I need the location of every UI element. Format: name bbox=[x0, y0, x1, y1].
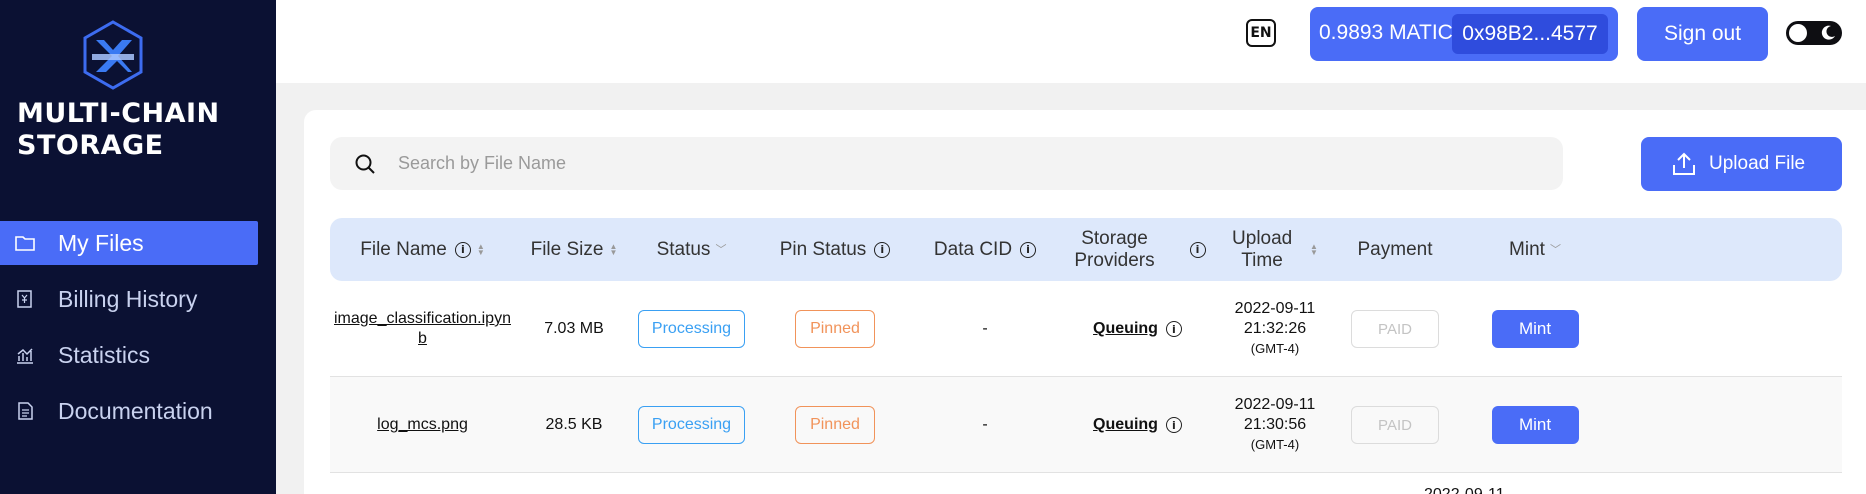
col-upload-time[interactable]: Upload Time ▲ ▼ bbox=[1220, 218, 1330, 281]
col-data-cid-label: Data CID bbox=[933, 238, 1013, 260]
sidebar-item-billing-history[interactable]: Billing History bbox=[0, 277, 276, 321]
mint-button[interactable]: Mint bbox=[1491, 310, 1579, 348]
col-mint-label: Mint bbox=[1509, 238, 1545, 260]
billing-icon bbox=[17, 290, 32, 308]
brand-line-2: STORAGE bbox=[17, 130, 164, 161]
chart-icon bbox=[17, 348, 33, 364]
mint-button[interactable]: Mint bbox=[1491, 406, 1579, 444]
upload-date: 2022-09-11 bbox=[1234, 300, 1316, 317]
upload-file-label: Upload File bbox=[1709, 153, 1806, 174]
file-size: 7.03 MB bbox=[544, 320, 604, 337]
table-row: image_classification.ipynb 7.03 MB Proce… bbox=[330, 281, 1842, 377]
payment-paid-badge: PAID bbox=[1351, 406, 1439, 444]
table-row: log_mcs.png 28.5 KB Processing Pinned - … bbox=[330, 377, 1842, 473]
table-header: File Name i ▲ ▼ File Size ▲ ▼ Status ﹀ Pin… bbox=[330, 218, 1842, 281]
pin-status-badge: Pinned bbox=[795, 406, 875, 444]
data-cid: - bbox=[982, 320, 988, 337]
col-payment-label: Payment bbox=[1357, 238, 1433, 260]
upload-file-button[interactable]: Upload File bbox=[1641, 137, 1842, 191]
col-storage-providers-label: Storage Providers bbox=[1074, 227, 1155, 271]
upload-clock: 21:32:26 bbox=[1243, 320, 1307, 337]
sign-out-button[interactable]: Sign out bbox=[1637, 7, 1768, 61]
sidebar-item-label: Statistics bbox=[58, 342, 151, 368]
pin-status-badge: Pinned bbox=[795, 310, 875, 348]
col-file-size[interactable]: File Size ▲ ▼ bbox=[515, 218, 633, 281]
brand-line-1: MULTI-CHAIN bbox=[17, 98, 220, 129]
col-pin-status: Pin Status i bbox=[750, 218, 920, 281]
file-name-link[interactable]: image_classification.ipynb bbox=[333, 309, 513, 349]
search-icon bbox=[355, 154, 375, 174]
info-icon[interactable]: i bbox=[1020, 241, 1037, 258]
partial-row-date: 2022-09-11 bbox=[1424, 486, 1505, 494]
wallet-address[interactable]: 0x98B2...4577 bbox=[1452, 14, 1608, 54]
theme-toggle[interactable] bbox=[1786, 21, 1842, 45]
upload-time: 2022-09-11 21:32:26 (GMT-4) bbox=[1235, 299, 1316, 359]
col-storage-providers: Storage Providers i bbox=[1050, 218, 1225, 281]
upload-timezone: (GMT-4) bbox=[1250, 437, 1300, 452]
folder-icon bbox=[15, 236, 35, 251]
data-cid: - bbox=[982, 416, 988, 433]
status-badge: Processing bbox=[638, 310, 745, 348]
wallet-info[interactable]: 0.9893 MATIC 0x98B2...4577 bbox=[1310, 7, 1618, 61]
info-icon[interactable]: i bbox=[1165, 417, 1182, 433]
storage-status-link[interactable]: Queuing bbox=[1093, 320, 1158, 338]
brand-name: MULTI-CHAIN STORAGE bbox=[17, 98, 220, 162]
upload-icon bbox=[1673, 152, 1695, 175]
info-icon[interactable]: i bbox=[874, 241, 891, 258]
sidebar-item-documentation[interactable]: Documentation bbox=[0, 389, 276, 433]
sidebar-item-label: Documentation bbox=[58, 398, 213, 424]
file-size: 28.5 KB bbox=[545, 416, 603, 433]
sidebar-item-label: Billing History bbox=[58, 286, 198, 312]
col-pin-status-label: Pin Status bbox=[779, 238, 867, 260]
info-icon[interactable]: i bbox=[1189, 241, 1206, 258]
col-mint[interactable]: Mint ﹀ bbox=[1460, 218, 1610, 281]
col-status-label: Status bbox=[656, 238, 711, 260]
info-icon[interactable]: i bbox=[454, 241, 471, 258]
search-bar bbox=[330, 137, 1563, 190]
sort-icon[interactable]: ▲ ▼ bbox=[1310, 242, 1318, 256]
wallet-balance: 0.9893 MATIC bbox=[1319, 21, 1453, 44]
status-badge: Processing bbox=[638, 406, 745, 444]
col-upload-time-label: Upload Time bbox=[1232, 227, 1293, 271]
sidebar: MULTI-CHAIN STORAGE My Files Billing His… bbox=[0, 0, 276, 494]
sort-icon[interactable]: ▲ ▼ bbox=[477, 242, 485, 256]
col-file-name[interactable]: File Name i ▲ ▼ bbox=[330, 218, 515, 281]
upload-clock: 21:30:56 bbox=[1243, 416, 1307, 433]
file-name-link[interactable]: log_mcs.png bbox=[333, 415, 513, 435]
moon-icon bbox=[1821, 25, 1835, 40]
files-panel: Upload File File Name i ▲▼ File Size ▲▼ … bbox=[304, 110, 1866, 494]
search-input[interactable] bbox=[398, 137, 1538, 190]
col-payment: Payment bbox=[1330, 218, 1460, 281]
info-icon[interactable]: i bbox=[1165, 321, 1182, 337]
top-header: EN 0.9893 MATIC 0x98B2...4577 Sign out bbox=[276, 0, 1866, 83]
sidebar-nav: My Files Billing History Statistics Docu… bbox=[0, 221, 276, 445]
payment-paid-badge: PAID bbox=[1351, 310, 1439, 348]
upload-timezone: (GMT-4) bbox=[1250, 341, 1300, 356]
sidebar-item-label: My Files bbox=[58, 230, 144, 256]
sort-icon[interactable]: ▲ ▼ bbox=[609, 242, 617, 256]
col-file-name-label: File Name bbox=[360, 238, 447, 260]
col-file-size-label: File Size bbox=[530, 238, 604, 260]
toggle-knob bbox=[1789, 24, 1807, 42]
col-data-cid: Data CID i bbox=[920, 218, 1050, 281]
storage-status-link[interactable]: Queuing bbox=[1093, 416, 1158, 434]
upload-date: 2022-09-11 bbox=[1234, 396, 1316, 413]
sidebar-item-statistics[interactable]: Statistics bbox=[0, 333, 276, 377]
sidebar-item-my-files[interactable]: My Files bbox=[0, 221, 258, 265]
chevron-down-icon[interactable]: ﹀ bbox=[1550, 239, 1561, 261]
col-status[interactable]: Status ﹀ bbox=[633, 218, 750, 281]
logo-icon bbox=[83, 20, 143, 90]
document-icon bbox=[18, 402, 33, 420]
language-switch[interactable]: EN bbox=[1246, 19, 1276, 47]
chevron-down-icon[interactable]: ﹀ bbox=[715, 239, 726, 261]
upload-time: 2022-09-11 21:30:56 (GMT-4) bbox=[1235, 395, 1316, 455]
